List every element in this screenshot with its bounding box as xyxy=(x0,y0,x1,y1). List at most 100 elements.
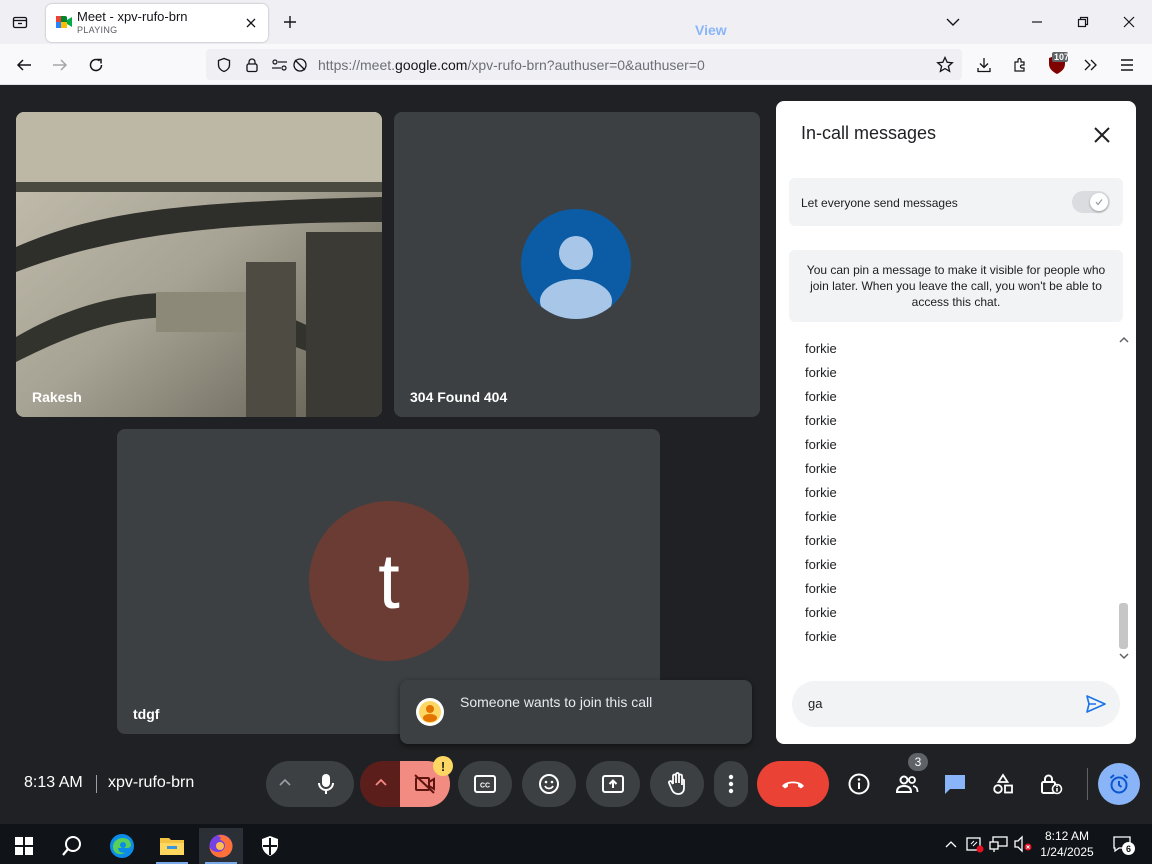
chat-message: forkie xyxy=(805,509,837,524)
microphone-icon[interactable] xyxy=(316,772,336,801)
tab-close-icon[interactable] xyxy=(242,14,260,32)
chat-message: forkie xyxy=(805,389,837,404)
toggle-check-icon xyxy=(1090,193,1108,211)
notification-center-icon[interactable]: 6 xyxy=(1110,834,1135,855)
close-window-icon[interactable] xyxy=(1114,8,1144,36)
initial-avatar: t xyxy=(309,501,469,661)
url-text[interactable]: https://meet.google.com/xpv-rufo-brn?aut… xyxy=(318,57,705,73)
back-arrow-icon[interactable] xyxy=(11,52,37,78)
participant-name: Rakesh xyxy=(32,389,82,405)
video-options-chevron-icon[interactable] xyxy=(374,775,388,794)
more-vertical-icon xyxy=(728,774,734,794)
view-join-request-button[interactable]: View xyxy=(695,22,727,38)
send-icon[interactable] xyxy=(1084,692,1108,716)
network-icon[interactable] xyxy=(989,834,1009,854)
message-scrollbar[interactable] xyxy=(1117,333,1131,665)
end-call-button[interactable] xyxy=(757,761,829,807)
chat-message: forkie xyxy=(805,557,837,572)
svg-text:CC: CC xyxy=(480,783,490,790)
search-icon[interactable] xyxy=(52,828,92,864)
more-options-button[interactable] xyxy=(714,761,748,807)
address-bar[interactable]: https://meet.google.com/xpv-rufo-brn?aut… xyxy=(206,49,962,80)
reactions-button[interactable] xyxy=(522,761,576,807)
activities-button[interactable] xyxy=(980,761,1026,807)
forward-arrow-icon[interactable] xyxy=(47,52,73,78)
volume-muted-icon[interactable] xyxy=(1013,834,1033,854)
tab-list-icon[interactable] xyxy=(8,10,32,34)
chat-message: forkie xyxy=(805,413,837,428)
more-tools-chevron-icon[interactable] xyxy=(1078,52,1104,78)
chat-message: forkie xyxy=(805,581,837,596)
taskbar-time: 8:12 AM xyxy=(1044,829,1090,843)
participant-tile-304-found-404[interactable]: 304 Found 404 xyxy=(394,112,760,417)
meeting-details-button[interactable] xyxy=(836,761,882,807)
alarm-clock-icon xyxy=(1109,774,1129,794)
pin-info-text: You can pin a message to make it visible… xyxy=(789,250,1123,322)
chat-message: forkie xyxy=(805,341,837,356)
present-screen-button[interactable] xyxy=(586,761,640,807)
host-controls-button[interactable] xyxy=(1028,761,1074,807)
participant-tile-rakesh[interactable]: Rakesh xyxy=(16,112,382,417)
browser-tab-meet[interactable]: Meet - xpv-rufo-brn PLAYING xyxy=(46,4,268,42)
browser-nav-bar: https://meet.google.com/xpv-rufo-brn?aut… xyxy=(0,44,1152,85)
taskbar-clock[interactable]: 8:12 AM 1/24/2025 xyxy=(1040,828,1094,860)
chat-message: forkie xyxy=(805,485,837,500)
close-panel-icon[interactable] xyxy=(1090,123,1114,147)
extensions-icon[interactable] xyxy=(1007,52,1033,78)
present-screen-icon xyxy=(602,775,624,793)
edge-browser-icon[interactable] xyxy=(102,828,142,864)
chat-button[interactable] xyxy=(932,761,978,807)
participant-name: 304 Found 404 xyxy=(410,389,508,405)
bookmark-star-icon[interactable] xyxy=(932,52,958,78)
allow-messages-toggle[interactable] xyxy=(1072,191,1110,213)
host-controls-lock-icon xyxy=(1041,774,1063,795)
tray-overflow-chevron-icon[interactable] xyxy=(941,834,961,854)
camera-video-feed xyxy=(16,112,382,417)
in-call-messages-panel: In-call messages Let everyone send messa… xyxy=(776,101,1136,744)
firefox-icon[interactable] xyxy=(199,828,243,864)
tab-playing-label: PLAYING xyxy=(77,25,118,35)
end-call-icon xyxy=(782,781,804,789)
join-request-toast: Someone wants to join this call xyxy=(400,680,752,744)
chat-message: forkie xyxy=(805,629,837,644)
taskbar-date: 1/24/2025 xyxy=(1040,845,1094,859)
new-tab-icon[interactable] xyxy=(280,12,300,32)
people-count-badge: 3 xyxy=(908,753,928,771)
lock-icon[interactable] xyxy=(242,55,262,75)
shield-icon[interactable] xyxy=(214,55,234,75)
tab-title: Meet - xpv-rufo-brn xyxy=(77,9,188,24)
tab-overflow-chevron-icon[interactable] xyxy=(938,8,968,36)
reload-icon[interactable] xyxy=(83,52,109,78)
allow-messages-setting: Let everyone send messages xyxy=(789,178,1123,226)
menu-hamburger-icon[interactable] xyxy=(1114,52,1140,78)
raise-hand-button[interactable] xyxy=(650,761,704,807)
message-list: forkie forkie forkie forkie forkie forki… xyxy=(805,339,1105,651)
people-icon xyxy=(895,775,919,793)
scroll-up-arrow-icon[interactable] xyxy=(1118,335,1130,345)
minimize-icon[interactable] xyxy=(1022,8,1052,36)
meeting-clock: 8:13 AM xyxy=(24,774,83,791)
scroll-down-arrow-icon[interactable] xyxy=(1118,651,1130,661)
windows-start-icon[interactable] xyxy=(4,828,44,864)
toast-message: Someone wants to join this call xyxy=(460,694,653,710)
chat-message-input[interactable]: ga xyxy=(792,681,1120,727)
restore-icon[interactable] xyxy=(1068,8,1098,36)
setting-label: Let everyone send messages xyxy=(801,196,958,210)
participant-name: tdgf xyxy=(133,706,160,722)
windows-security-icon[interactable] xyxy=(250,828,290,864)
file-explorer-icon[interactable] xyxy=(152,828,192,864)
downloads-icon[interactable] xyxy=(971,52,997,78)
guest-avatar-icon xyxy=(416,698,444,726)
battery-error-icon[interactable] xyxy=(965,834,985,854)
timer-button[interactable] xyxy=(1098,763,1140,805)
emoji-icon xyxy=(539,774,559,794)
ublock-extension-icon[interactable]: 107 xyxy=(1046,52,1069,76)
chat-input-value[interactable]: ga xyxy=(808,696,822,711)
camera-blocked-icon[interactable] xyxy=(290,55,310,75)
audio-options-chevron-icon[interactable] xyxy=(278,775,292,794)
scrollbar-thumb[interactable] xyxy=(1119,603,1128,649)
activities-icon xyxy=(993,773,1013,794)
browser-tab-bar: Meet - xpv-rufo-brn PLAYING xyxy=(0,0,1152,44)
permissions-icon[interactable] xyxy=(270,55,290,75)
captions-button[interactable]: CC xyxy=(458,761,512,807)
